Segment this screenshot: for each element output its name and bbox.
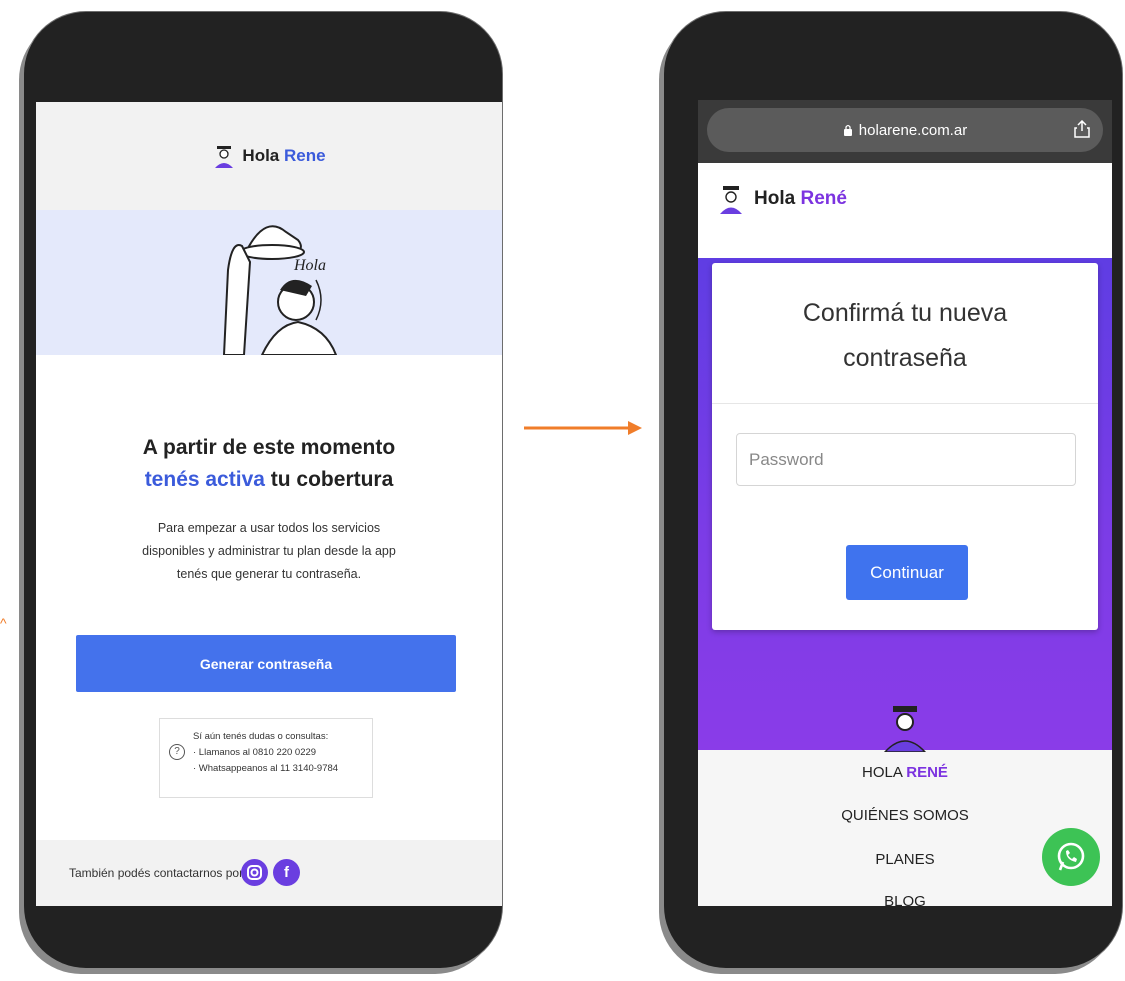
web-screen: holarene.com.ar Hola René Confirmá tu nu… bbox=[698, 100, 1112, 906]
share-icon[interactable] bbox=[1073, 120, 1091, 138]
email-screen: Hola Rene Hola A partir de este momento … bbox=[36, 102, 502, 906]
password-input[interactable] bbox=[736, 433, 1076, 486]
footer-brand-prefix: HOLA bbox=[862, 764, 903, 781]
email-brand-accent: Rene bbox=[284, 146, 326, 165]
email-title-line1: A partir de este momento bbox=[142, 436, 396, 459]
email-title-line2: tenés activa tu cobertura bbox=[36, 464, 502, 496]
email-footer: También podés contactarnos por: f bbox=[36, 840, 502, 906]
hero-hola-text: Hola bbox=[293, 257, 326, 274]
phone-right: holarene.com.ar Hola René Confirmá tu nu… bbox=[664, 12, 1122, 968]
phone-left: Hola Rene Hola A partir de este momento … bbox=[24, 12, 502, 968]
help-box: ? Sí aún tenés dudas o consultas: · Llam… bbox=[159, 718, 373, 798]
lock-icon bbox=[843, 124, 852, 136]
help-lines: Sí aún tenés dudas o consultas: · Llaman… bbox=[193, 729, 338, 777]
email-body-line1: Para empezar a usar todos los servicios bbox=[157, 521, 381, 535]
email-title: A partir de este momento tenés activa tu… bbox=[36, 432, 502, 496]
site-brand[interactable]: Hola René bbox=[754, 188, 847, 210]
browser-bar: holarene.com.ar bbox=[698, 100, 1112, 163]
whatsapp-icon[interactable] bbox=[1042, 828, 1100, 886]
nav-quienes-somos[interactable]: QUIÉNES SOMOS bbox=[698, 807, 1112, 824]
hero-illustration: Hola bbox=[36, 210, 502, 356]
help-whatsapp[interactable]: · Whatsappeanos al 11 3140-9784 bbox=[193, 761, 338, 777]
email-body-line3: tenés que generar tu contraseña. bbox=[176, 567, 362, 581]
card-divider bbox=[712, 403, 1098, 404]
email-header: Hola Rene bbox=[36, 102, 502, 210]
card-title-line2: contraseña bbox=[843, 344, 967, 372]
continue-button[interactable]: Continuar bbox=[846, 545, 968, 600]
man-tipping-hat-illustration: Hola bbox=[222, 225, 338, 356]
email-footer-text: También podés contactarnos por: bbox=[69, 866, 247, 880]
email-brand: Hola Rene bbox=[242, 146, 325, 166]
footer-brand-accent: RENÉ bbox=[906, 764, 948, 781]
site-brand-accent: René bbox=[800, 188, 847, 209]
footer-brand[interactable]: HOLA RENÉ bbox=[698, 764, 1112, 781]
help-line1: Sí aún tenés dudas o consultas: bbox=[193, 731, 329, 742]
nav-blog[interactable]: BLOG bbox=[698, 893, 1112, 906]
url-field[interactable]: holarene.com.ar bbox=[707, 108, 1103, 152]
facebook-icon[interactable]: f bbox=[273, 859, 300, 886]
email-brand-prefix: Hola bbox=[242, 146, 280, 165]
email-body: Para empezar a usar todos los servicios … bbox=[126, 517, 412, 586]
footer-mascot-icon bbox=[883, 706, 927, 752]
card-title: Confirmá tu nueva contraseña bbox=[712, 291, 1098, 381]
mascot-logo-icon bbox=[215, 146, 234, 168]
email-title-rest: tu cobertura bbox=[264, 468, 394, 491]
email-title-highlight: tenés activa bbox=[144, 468, 265, 491]
email-body-line2: disponibles y administrar tu plan desde … bbox=[142, 544, 396, 558]
help-phone[interactable]: · Llamanos al 0810 220 0229 bbox=[193, 745, 338, 761]
question-icon: ? bbox=[169, 744, 185, 760]
arrow-right-icon bbox=[524, 421, 642, 435]
card-title-line1: Confirmá tu nueva bbox=[802, 299, 1008, 327]
generate-password-button[interactable]: Generar contraseña bbox=[76, 635, 456, 692]
url-text: holarene.com.ar bbox=[858, 121, 968, 139]
site-brand-prefix: Hola bbox=[754, 188, 796, 209]
caret-up-icon: ^ bbox=[0, 615, 7, 631]
confirm-password-card: Confirmá tu nueva contraseña Continuar bbox=[712, 263, 1098, 630]
instagram-icon[interactable] bbox=[241, 859, 268, 886]
mascot-logo-icon[interactable] bbox=[716, 184, 746, 214]
site-header: Hola René bbox=[698, 163, 1112, 235]
